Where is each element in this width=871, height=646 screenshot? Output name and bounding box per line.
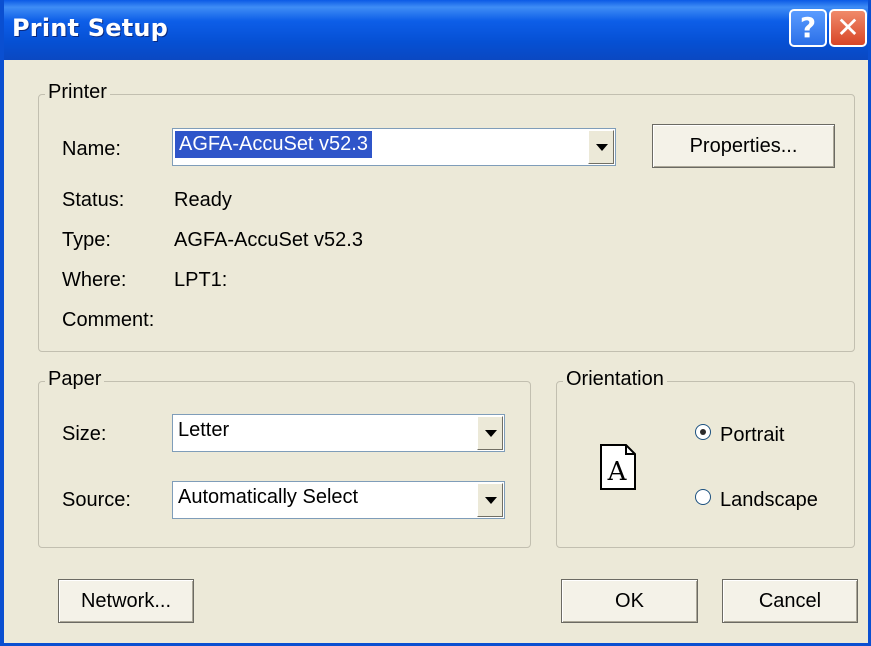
close-icon: ✕ (836, 11, 860, 44)
paper-size-label: Size: (62, 423, 107, 445)
printer-name-dropdown[interactable]: AGFA-AccuSet v52.3 (172, 128, 616, 166)
radio-selected-dot (700, 429, 706, 435)
printer-name-label: Name: (62, 138, 121, 160)
help-icon: ? (799, 11, 817, 44)
portrait-label[interactable]: Portrait (720, 424, 784, 447)
page-glyph: A (607, 457, 628, 487)
printer-group-label: Printer (45, 81, 110, 104)
paper-source-dropdown-button[interactable] (477, 483, 503, 517)
chevron-down-icon (596, 144, 608, 151)
where-label: Where: (62, 269, 127, 291)
status-label: Status: (62, 189, 125, 211)
printer-name-dropdown-button[interactable] (588, 130, 614, 164)
ok-button[interactable]: OK (561, 579, 698, 623)
title-bar[interactable]: Print Setup ? ✕ (4, 0, 868, 60)
chevron-down-icon (485, 430, 497, 437)
printer-name-value: AGFA-AccuSet v52.3 (175, 131, 372, 158)
comment-label: Comment: (62, 309, 155, 331)
chevron-down-icon (485, 497, 497, 504)
landscape-radio[interactable] (695, 489, 711, 505)
paper-source-dropdown[interactable]: Automatically Select (172, 481, 505, 519)
close-button[interactable]: ✕ (829, 9, 867, 47)
where-value: LPT1: (174, 269, 228, 291)
paper-source-label: Source: (62, 489, 131, 511)
page-portrait-icon: A (600, 444, 636, 490)
paper-group: Paper (38, 368, 531, 548)
paper-source-value: Automatically Select (178, 486, 359, 508)
paper-size-dropdown[interactable]: Letter (172, 414, 505, 452)
paper-size-dropdown-button[interactable] (477, 416, 503, 450)
paper-size-value: Letter (178, 419, 230, 441)
properties-button[interactable]: Properties... (652, 124, 835, 168)
dialog-title: Print Setup (12, 14, 169, 42)
type-value: AGFA-AccuSet v52.3 (174, 229, 363, 251)
print-setup-dialog: Print Setup ? ✕ Printer Name: AGFA-AccuS… (0, 0, 871, 646)
status-value: Ready (174, 189, 232, 211)
network-button[interactable]: Network... (58, 579, 194, 623)
help-button[interactable]: ? (789, 9, 827, 47)
portrait-radio[interactable] (695, 424, 711, 440)
paper-group-label: Paper (45, 368, 105, 391)
orientation-group-label: Orientation (563, 368, 667, 391)
type-label: Type: (62, 229, 111, 251)
cancel-button[interactable]: Cancel (722, 579, 858, 623)
landscape-label[interactable]: Landscape (720, 489, 818, 512)
